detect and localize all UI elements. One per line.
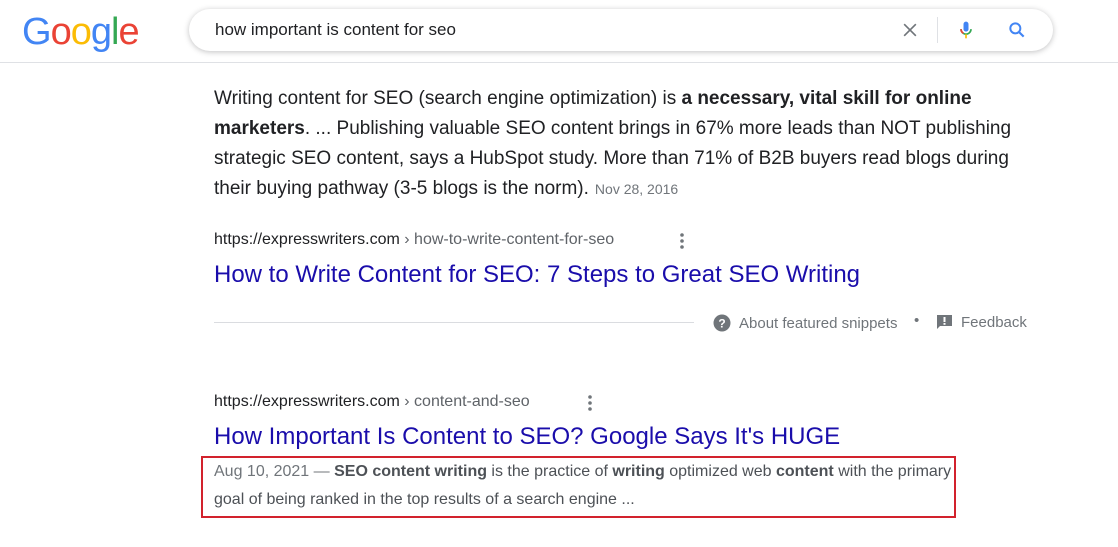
more-options-icon[interactable]: [680, 233, 684, 249]
snippet-url-domain: https://expresswriters.com: [214, 231, 400, 248]
about-featured-snippets-label: About featured snippets: [739, 315, 898, 332]
header-bar: Google: [0, 0, 1118, 63]
result-title-link[interactable]: How Important Is Content to SEO? Google …: [214, 423, 840, 451]
svg-text:?: ?: [718, 317, 725, 331]
logo-letter: o: [50, 11, 72, 53]
close-icon[interactable]: [900, 20, 920, 40]
about-featured-snippets-link[interactable]: ? About featured snippets: [713, 314, 897, 332]
search-icon[interactable]: [1007, 20, 1027, 40]
logo-letter: g: [90, 11, 112, 53]
snippet-url[interactable]: https://expresswriters.com › how-to-writ…: [214, 231, 614, 249]
logo-letter: e: [118, 11, 139, 53]
microphone-icon[interactable]: [956, 20, 976, 40]
search-input[interactable]: [215, 19, 855, 41]
result-url-domain: https://expresswriters.com: [214, 393, 400, 410]
logo-letter: o: [70, 11, 92, 53]
feedback-label: Feedback: [961, 314, 1027, 331]
more-options-icon[interactable]: [588, 395, 592, 411]
logo-letter: l: [110, 11, 120, 53]
snippet-url-path: › how-to-write-content-for-seo: [399, 231, 615, 248]
feedback-icon: [937, 315, 952, 329]
feedback-link[interactable]: Feedback: [936, 314, 1027, 331]
google-logo[interactable]: Google: [22, 11, 140, 54]
featured-snippet-text: Writing content for SEO (search engine o…: [214, 84, 1014, 204]
help-icon: ?: [713, 314, 731, 332]
highlight-box: [201, 456, 956, 518]
search-box: [189, 9, 1053, 51]
result-url[interactable]: https://expresswriters.com › content-and…: [214, 393, 530, 411]
result-url-path: › content-and-seo: [399, 393, 530, 410]
snippet-text-before: Writing content for SEO (search engine o…: [214, 88, 682, 109]
divider: [214, 322, 694, 323]
snippet-date: Nov 28, 2016: [594, 181, 679, 197]
snippet-title-link[interactable]: How to Write Content for SEO: 7 Steps to…: [214, 261, 860, 289]
logo-letter: G: [22, 11, 52, 53]
separator-bullet: •: [914, 312, 920, 329]
search-divider: [937, 17, 938, 43]
